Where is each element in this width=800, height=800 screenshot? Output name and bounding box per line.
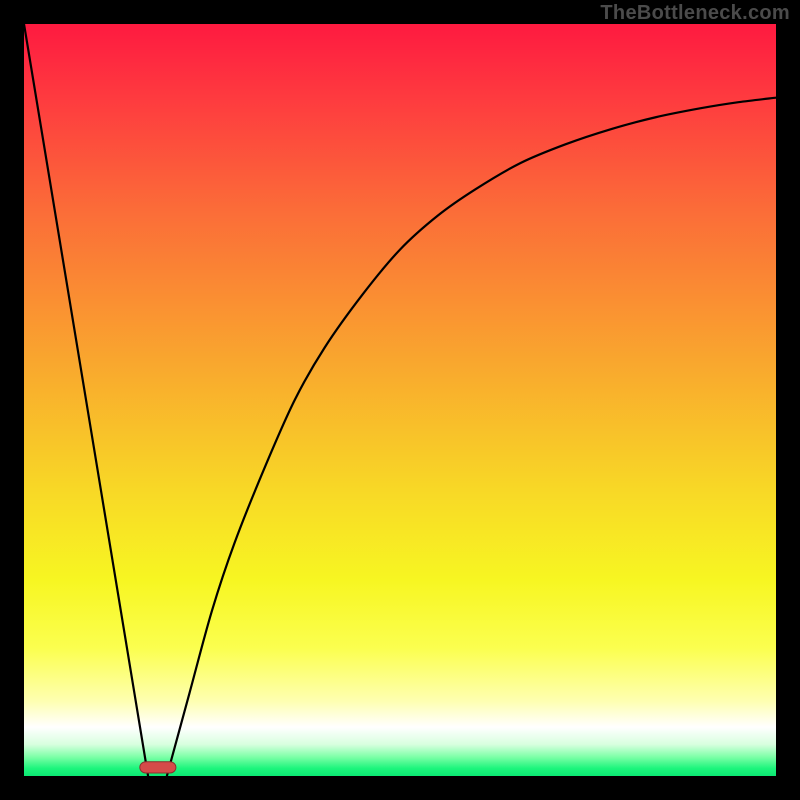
chart-frame: TheBottleneck.com	[0, 0, 800, 800]
bottleneck-chart	[24, 24, 776, 776]
minimum-marker	[140, 762, 176, 773]
watermark-text: TheBottleneck.com	[600, 2, 790, 25]
gradient-background	[24, 24, 776, 776]
chart-plot-area	[24, 24, 776, 776]
